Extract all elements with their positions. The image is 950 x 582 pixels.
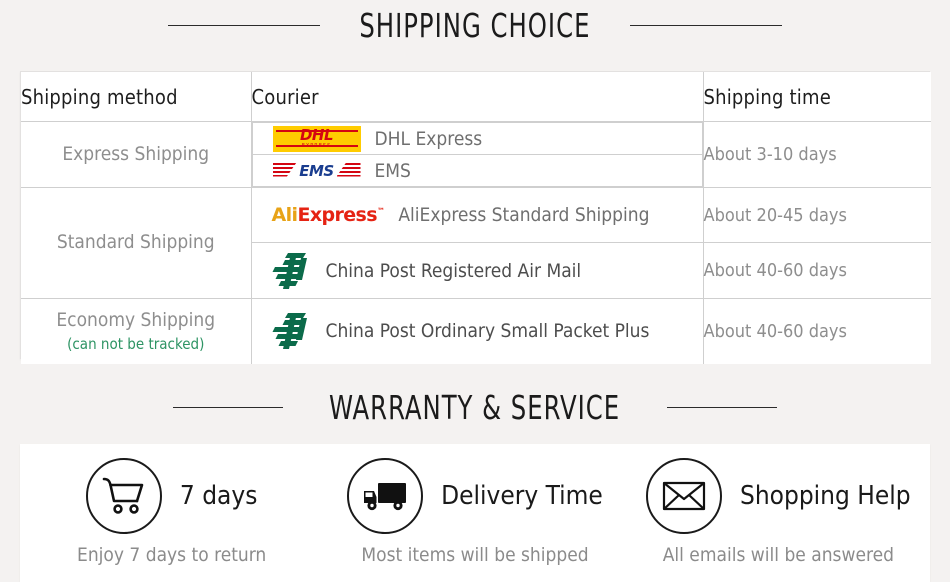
shopping-cart-icon: [85, 458, 162, 534]
dhl-wordmark: DHL: [299, 126, 334, 144]
aliexpress-logo: AliExpress™: [271, 204, 385, 226]
header-shipping-time: Shipping time: [702, 72, 931, 122]
shipping-time-economy: About 40-60 days: [702, 298, 931, 364]
courier-name: AliExpress Standard Shipping: [398, 204, 650, 226]
courier-name: China Post Registered Air Mail: [325, 259, 582, 282]
ems-stripes-left: [272, 162, 297, 177]
courier-name: DHL Express: [374, 127, 483, 150]
table-header-row: Shipping method Courier Shipping time: [21, 72, 931, 122]
method-economy-shipping: Economy Shipping (can not be tracked): [21, 298, 252, 364]
courier-cell-express: DHL EXPRESS DHL Express EMS EMS: [250, 121, 704, 188]
courier-cell-china-post-registered: China Post Registered Air Mail: [251, 242, 704, 299]
courier-item: China Post Registered Air Mail: [252, 243, 703, 298]
envelope-icon: [645, 458, 722, 534]
china-post-logo: [272, 252, 312, 290]
table-row: Standard Shipping AliExpress™ AliExpress…: [21, 187, 931, 299]
method-note: (can not be tracked): [67, 335, 205, 354]
method-express-shipping: Express Shipping: [21, 121, 252, 188]
service-header: Delivery Time: [347, 458, 603, 534]
service-title: 7 days: [179, 481, 258, 511]
heading-rule-left: [173, 407, 284, 408]
courier-item: China Post Ordinary Small Packet Plus: [252, 299, 703, 364]
shipping-choice-title: SHIPPING CHOICE: [359, 6, 591, 45]
heading-rule-right: [666, 407, 777, 408]
warranty-service-heading: WARRANTY & SERVICE: [0, 388, 950, 427]
courier-item: EMS EMS: [251, 154, 703, 187]
heading-rule-left: [168, 25, 321, 26]
courier-item: DHL EXPRESS DHL Express: [251, 122, 703, 155]
shipping-table: Shipping method Courier Shipping time Ex…: [21, 72, 931, 364]
shipping-time-china-post-registered: About 40-60 days: [702, 242, 931, 299]
courier-name: EMS: [374, 159, 411, 182]
table-row: Express Shipping DHL EXPRESS DHL Express: [21, 121, 931, 188]
dhl-express-subtext: EXPRESS: [301, 143, 332, 149]
courier-cell-aliexpress: AliExpress™ AliExpress Standard Shipping: [250, 187, 704, 243]
service-item-returns: 7 days Enjoy 7 days to return: [20, 444, 323, 582]
header-shipping-method: Shipping method: [21, 72, 252, 122]
china-post-logo: [272, 312, 312, 350]
courier-name: China Post Ordinary Small Packet Plus: [325, 320, 650, 343]
service-title: Delivery Time: [441, 481, 603, 511]
ems-logo: EMS: [272, 160, 361, 182]
service-panel: 7 days Enjoy 7 days to return Delivery T…: [20, 444, 930, 582]
service-description: All emails will be answered: [662, 544, 894, 566]
courier-cell-china-post-ordinary: China Post Ordinary Small Packet Plus: [250, 298, 704, 364]
service-description: Most items will be shipped: [361, 544, 589, 566]
service-description: Enjoy 7 days to return: [77, 544, 267, 566]
service-header: 7 days: [85, 458, 258, 534]
service-item-delivery: Delivery Time Most items will be shipped: [323, 444, 626, 582]
dhl-logo: DHL EXPRESS: [272, 125, 361, 152]
shipping-choice-heading: SHIPPING CHOICE: [0, 6, 950, 45]
warranty-service-title: WARRANTY & SERVICE: [329, 388, 621, 427]
table-row: Economy Shipping (can not be tracked) Ch…: [21, 298, 931, 364]
heading-rule-right: [629, 25, 782, 26]
ems-wordmark: EMS: [299, 161, 334, 180]
shipping-time-aliexpress: About 20-45 days: [702, 187, 931, 243]
delivery-truck-icon: [347, 458, 424, 534]
shipping-info-page: SHIPPING CHOICE Shipping method Courier …: [0, 0, 950, 582]
service-title: Shopping Help: [739, 481, 911, 511]
courier-item: AliExpress™ AliExpress Standard Shipping: [252, 188, 703, 242]
service-item-help: Shopping Help All emails will be answere…: [627, 444, 930, 582]
method-standard-shipping: Standard Shipping: [21, 187, 252, 299]
shipping-time-express: About 3-10 days: [702, 121, 931, 188]
method-label: Economy Shipping: [56, 308, 216, 331]
courier-sublist: DHL EXPRESS DHL Express EMS EMS: [251, 122, 703, 187]
shipping-table-container: Shipping method Courier Shipping time Ex…: [20, 71, 931, 364]
service-header: Shopping Help: [645, 458, 911, 534]
ems-stripes-right: [336, 162, 361, 177]
header-courier: Courier: [250, 72, 704, 122]
